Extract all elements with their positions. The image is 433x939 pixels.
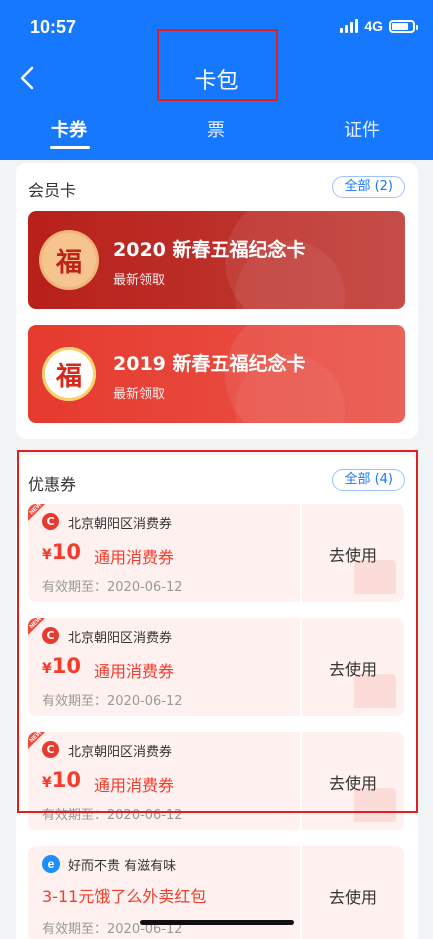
signal-icon (340, 19, 359, 33)
eleme-logo-icon: e (42, 855, 60, 873)
fu-badge-icon: 福 (42, 233, 96, 287)
coupon-body: NEW C 北京朝阳区消费券 ¥10 通用消费券 有效期至：2020-06-12 (28, 504, 300, 602)
coupon-action-area: 去使用 (302, 732, 404, 830)
coupon-brand: 北京朝阳区消费券 (68, 517, 173, 532)
tab-bar: 卡券 票 证件 (0, 116, 433, 160)
coupon-type: 通用消费券 (94, 662, 175, 681)
member-card-name: 2020 新春五福纪念卡 (113, 239, 306, 261)
tab-cards[interactable]: 卡券 (51, 116, 87, 142)
coupon-body: e 好而不贵 有滋有味 3-11元饿了么外卖红包 有效期至：2020-06-12 (28, 846, 300, 939)
coupon-validity: 有效期至：2020-06-12 (42, 808, 183, 823)
active-tab-indicator (50, 146, 90, 149)
coupon-type: 通用消费券 (94, 776, 175, 795)
membership-all-button[interactable]: 全部 (2) (332, 176, 405, 198)
coupon-body: NEW C 北京朝阳区消费券 ¥10 通用消费券 有效期至：2020-06-12 (28, 732, 300, 830)
coupon-title: 优惠券 (28, 475, 77, 494)
coupon-body: NEW C 北京朝阳区消费券 ¥10 通用消费券 有效期至：2020-06-12 (28, 618, 300, 716)
member-card-subtitle: 最新领取 (113, 387, 166, 402)
coupon-all-button[interactable]: 全部 (4) (332, 469, 405, 491)
title-highlight-box (157, 29, 278, 101)
battery-icon (389, 19, 418, 33)
coupon-amount: ¥10 (42, 654, 81, 678)
coupon-amount: ¥10 (42, 540, 81, 564)
coupon-item[interactable]: NEW C 北京朝阳区消费券 ¥10 通用消费券 有效期至：2020-06-12… (28, 504, 404, 602)
coupon-section: 优惠券 全部 (4) NEW C 北京朝阳区消费券 ¥10 通用消费券 有效期至… (16, 455, 418, 939)
use-coupon-button[interactable]: 去使用 (302, 884, 404, 908)
coupon-validity: 有效期至：2020-06-12 (42, 580, 183, 595)
membership-title: 会员卡 (28, 181, 77, 200)
coupon-action-area: 去使用 (302, 618, 404, 716)
use-coupon-button[interactable]: 去使用 (302, 656, 404, 680)
tab-tickets[interactable]: 票 (207, 116, 225, 142)
coupon-brand: 北京朝阳区消费券 (68, 631, 173, 646)
coupon-action-area: 去使用 (302, 846, 404, 939)
brand-logo-icon: C (42, 513, 59, 530)
coupon-type: 3-11元饿了么外卖红包 (42, 887, 207, 906)
tab-ids[interactable]: 证件 (344, 116, 380, 142)
coupon-type: 通用消费券 (94, 548, 175, 567)
status-icons: 4G (340, 18, 418, 34)
coupon-amount: ¥10 (42, 768, 81, 792)
coupon-item[interactable]: NEW C 北京朝阳区消费券 ¥10 通用消费券 有效期至：2020-06-12… (28, 732, 404, 830)
brand-logo-icon: C (42, 741, 59, 758)
membership-section: 会员卡 全部 (2) 福 2020 新春五福纪念卡 最新领取 福 2019 新春… (16, 163, 418, 439)
network-label: 4G (364, 18, 383, 34)
coupon-action-area: 去使用 (302, 504, 404, 602)
coupon-item[interactable]: NEW C 北京朝阳区消费券 ¥10 通用消费券 有效期至：2020-06-12… (28, 618, 404, 716)
member-card-name: 2019 新春五福纪念卡 (113, 353, 306, 375)
coupon-validity: 有效期至：2020-06-12 (42, 694, 183, 709)
app-header: 10:57 4G 卡包 卡券 票 证件 (0, 0, 433, 160)
use-coupon-button[interactable]: 去使用 (302, 542, 404, 566)
member-card-2020[interactable]: 福 2020 新春五福纪念卡 最新领取 (28, 211, 405, 309)
member-card-2019[interactable]: 福 2019 新春五福纪念卡 最新领取 (28, 325, 405, 423)
member-card-subtitle: 最新领取 (113, 273, 166, 288)
home-indicator (140, 920, 294, 925)
status-time: 10:57 (30, 17, 77, 37)
coupon-brand: 北京朝阳区消费券 (68, 745, 173, 760)
coupon-item-eleme[interactable]: e 好而不贵 有滋有味 3-11元饿了么外卖红包 有效期至：2020-06-12… (28, 846, 404, 939)
brand-logo-icon: C (42, 627, 59, 644)
coupon-brand: 好而不贵 有滋有味 (68, 859, 177, 874)
fu-badge-icon: 福 (42, 347, 96, 401)
use-coupon-button[interactable]: 去使用 (302, 770, 404, 794)
